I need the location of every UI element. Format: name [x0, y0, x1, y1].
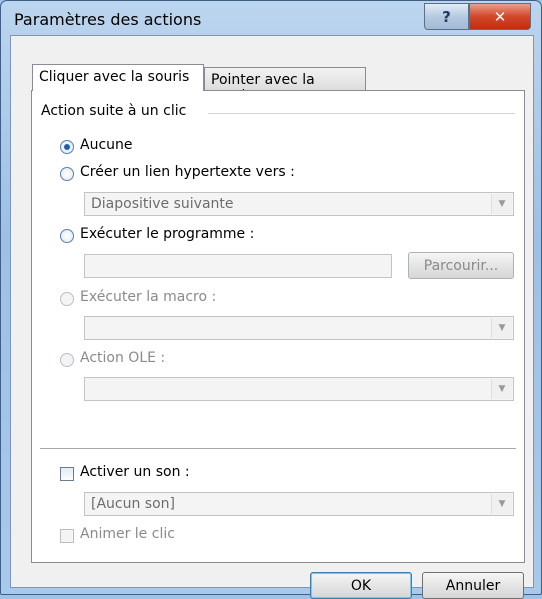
close-button[interactable]: ✕ [469, 3, 531, 30]
help-button[interactable]: ? [424, 3, 469, 30]
group-divider [208, 113, 515, 114]
program-input[interactable] [84, 254, 392, 278]
chevron-down-icon[interactable]: ▼ [491, 318, 512, 338]
chevron-down-icon[interactable]: ▼ [491, 194, 512, 214]
tab-panel: Action suite à un clic Aucune Créer un l… [31, 90, 525, 563]
radio-program[interactable] [60, 229, 74, 243]
browse-button[interactable]: Parcourir... [408, 252, 514, 279]
label-ole[interactable]: Action OLE : [80, 350, 165, 366]
ole-select[interactable]: ▼ [84, 377, 514, 401]
label-program[interactable]: Exécuter le programme : [80, 226, 254, 242]
radio-ole[interactable] [60, 353, 74, 367]
highlight-checkbox[interactable] [60, 529, 74, 543]
label-macro[interactable]: Exécuter la macro : [80, 289, 216, 305]
hyperlink-select-value: Diapositive suivante [91, 196, 234, 212]
chevron-down-icon[interactable]: ▼ [491, 379, 512, 399]
dialog-window: Paramètres des actions ? ✕ Cliquer avec … [0, 0, 542, 599]
chevron-down-icon[interactable]: ▼ [491, 494, 512, 514]
help-icon: ? [442, 7, 451, 26]
label-sound[interactable]: Activer un son : [80, 464, 190, 480]
section-divider [40, 448, 516, 449]
window-title: Paramètres des actions [14, 10, 202, 29]
radio-none[interactable] [60, 140, 74, 154]
tab-hover[interactable]: Pointer avec la souris [204, 67, 366, 104]
sound-select-value: [Aucun son] [91, 496, 175, 512]
label-highlight[interactable]: Animer le clic [80, 526, 175, 542]
macro-select[interactable]: ▼ [84, 316, 514, 340]
dialog-client-area: Cliquer avec la souris Pointer avec la s… [10, 35, 534, 599]
tab-click[interactable]: Cliquer avec la souris [32, 64, 204, 91]
sound-select[interactable]: [Aucun son] ▼ [84, 492, 514, 516]
label-none[interactable]: Aucune [80, 137, 133, 153]
group-label: Action suite à un clic [41, 103, 191, 119]
radio-macro[interactable] [60, 292, 74, 306]
label-hyperlink[interactable]: Créer un lien hypertexte vers : [80, 164, 295, 180]
close-icon: ✕ [493, 7, 507, 26]
hyperlink-select[interactable]: Diapositive suivante ▼ [84, 192, 514, 216]
radio-hyperlink[interactable] [60, 167, 74, 181]
sound-checkbox[interactable] [60, 467, 74, 481]
